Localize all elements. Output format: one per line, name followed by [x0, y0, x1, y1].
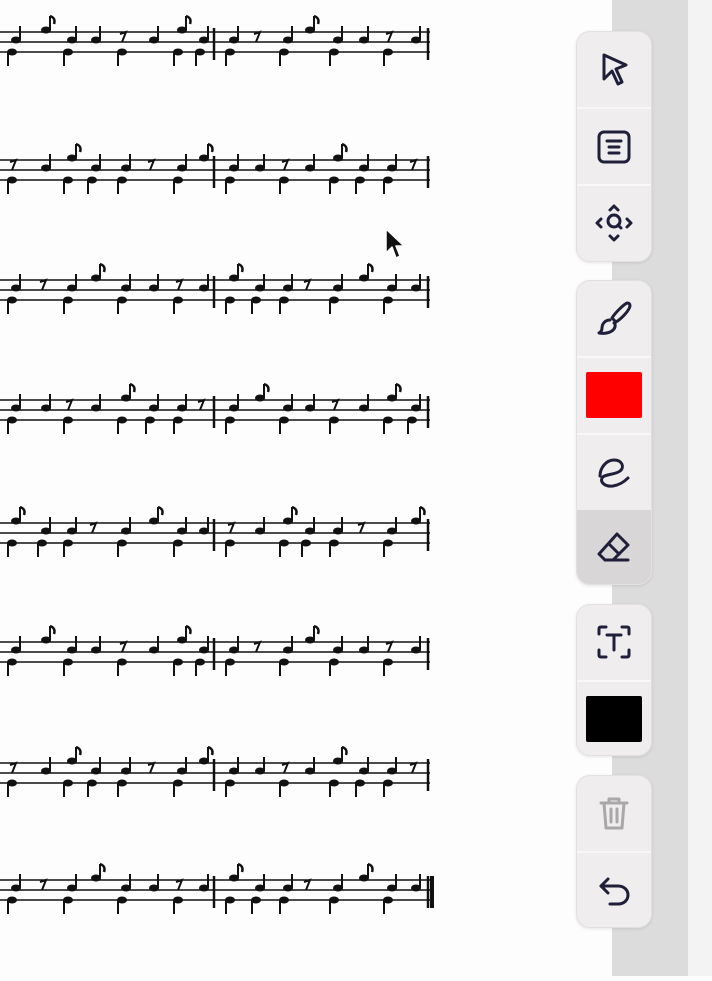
pen-color-swatch	[586, 372, 642, 418]
pen-color-button[interactable]	[577, 358, 651, 432]
delete-button[interactable]	[577, 776, 651, 850]
text-box-icon	[597, 625, 631, 659]
rest	[119, 30, 128, 43]
eraser-icon	[597, 532, 630, 562]
page-menu-button[interactable]	[577, 109, 651, 183]
text-tool-button[interactable]	[577, 605, 651, 679]
rest	[65, 398, 74, 411]
eraser-tool-button[interactable]	[577, 510, 651, 584]
rest	[147, 158, 156, 171]
rest	[385, 30, 394, 43]
zoom-pan-button[interactable]	[577, 186, 651, 260]
trash-icon	[599, 797, 629, 830]
rest	[303, 278, 312, 291]
text-color-button[interactable]	[577, 682, 651, 755]
drawing-tool-group	[576, 280, 652, 585]
drum-score	[0, 14, 434, 914]
rest	[227, 521, 236, 534]
paintbrush-icon	[597, 301, 632, 335]
rest	[409, 761, 418, 774]
window-edge	[688, 0, 712, 976]
rest	[253, 30, 262, 43]
undo-button[interactable]	[577, 853, 651, 927]
select-tool-button[interactable]	[577, 32, 651, 106]
rest	[175, 878, 184, 891]
undo-arrow-icon	[599, 877, 630, 906]
rest	[147, 761, 156, 774]
rest	[89, 521, 98, 534]
scribble-icon	[598, 458, 630, 488]
rest	[39, 278, 48, 291]
rest	[409, 158, 418, 171]
text-color-swatch	[586, 696, 642, 742]
rest	[385, 640, 394, 653]
rest	[9, 761, 18, 774]
rest	[281, 158, 290, 171]
cursor-arrow-icon	[602, 53, 628, 86]
edit-tool-group	[576, 775, 652, 928]
rest	[197, 398, 206, 411]
rest	[175, 278, 184, 291]
freehand-tool-button[interactable]	[577, 435, 651, 509]
text-tool-group	[576, 604, 652, 756]
rest	[303, 878, 312, 891]
mouse-pointer-icon	[385, 228, 405, 259]
sheet-music-page[interactable]	[0, 0, 612, 976]
rest	[253, 640, 262, 653]
navigation-tool-group	[576, 31, 652, 262]
rest	[39, 878, 48, 891]
zoom-move-icon	[595, 204, 633, 242]
rest	[119, 640, 128, 653]
rest	[281, 761, 290, 774]
document-lines-icon	[597, 130, 631, 164]
pen-tool-button[interactable]	[577, 281, 651, 355]
rest	[357, 521, 366, 534]
rest	[9, 158, 18, 171]
rest	[331, 398, 340, 411]
